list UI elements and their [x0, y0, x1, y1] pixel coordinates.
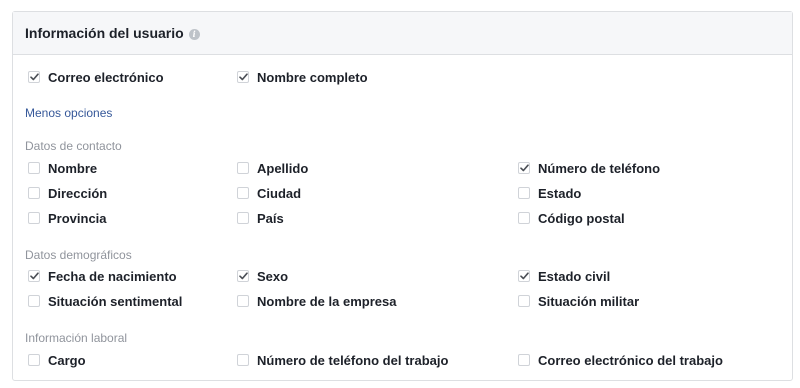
checkbox-unchecked-icon[interactable]	[518, 354, 530, 366]
checkbox-cargo[interactable]: Cargo	[28, 352, 86, 368]
checkbox-correo-electronico[interactable]: Correo electrónico	[28, 69, 164, 85]
checkbox-label: Correo electrónico del trabajo	[538, 352, 723, 368]
checkbox-checked-icon[interactable]	[518, 270, 530, 282]
checkbox-situacion-sentimental[interactable]: Situación sentimental	[28, 293, 182, 309]
checkbox-label: Estado civil	[538, 268, 611, 284]
checkbox-sexo[interactable]: Sexo	[237, 268, 288, 284]
checkbox-unchecked-icon[interactable]	[237, 187, 249, 199]
checkbox-unchecked-icon[interactable]	[237, 162, 249, 174]
checkbox-label: Nombre de la empresa	[257, 293, 397, 309]
checkbox-label: Cargo	[48, 352, 86, 368]
checkbox-provincia[interactable]: Provincia	[28, 210, 107, 226]
checkbox-label: Estado	[538, 185, 582, 201]
checkbox-checked-icon[interactable]	[237, 71, 249, 83]
user-info-panel: Información del usuario i	[12, 11, 793, 381]
checkbox-checked-icon[interactable]	[518, 162, 530, 174]
checkbox-numero-de-telefono[interactable]: Número de teléfono	[518, 160, 660, 176]
checkbox-label: Nombre completo	[257, 69, 368, 85]
checkbox-label: Ciudad	[257, 185, 302, 201]
checkbox-nombre[interactable]: Nombre	[28, 160, 97, 176]
checkbox-label: Sexo	[257, 268, 289, 284]
checkbox-label: Número de teléfono del trabajo	[257, 352, 449, 368]
checkbox-unchecked-icon[interactable]	[237, 354, 249, 366]
checkbox-unchecked-icon[interactable]	[518, 212, 530, 224]
checkbox-label: Número de teléfono	[538, 160, 661, 176]
checkbox-label: Situación militar	[538, 293, 640, 309]
checkbox-unchecked-icon[interactable]	[237, 295, 249, 307]
checkbox-estado-civil[interactable]: Estado civil	[518, 268, 610, 284]
less-options-link[interactable]: Menos opciones	[25, 106, 112, 120]
checkbox-label: Correo electrónico	[48, 69, 164, 85]
checkbox-nombre-de-la-empresa[interactable]: Nombre de la empresa	[237, 293, 396, 309]
checkbox-label: Dirección	[48, 185, 108, 201]
checkbox-unchecked-icon[interactable]	[28, 212, 40, 224]
checkbox-fecha-de-nacimiento[interactable]: Fecha de nacimiento	[28, 268, 177, 284]
checkbox-checked-icon[interactable]	[28, 71, 40, 83]
section-title: Datos de contacto	[25, 139, 122, 153]
checkbox-label: País	[257, 210, 284, 226]
checkbox-pais[interactable]: País	[237, 210, 284, 226]
checkbox-estado[interactable]: Estado	[518, 185, 581, 201]
panel-header: Información del usuario i	[13, 12, 792, 55]
checkbox-numero-de-telefono-del-trabajo[interactable]: Número de teléfono del trabajo	[237, 352, 448, 368]
checkbox-label: Provincia	[48, 210, 107, 226]
checkbox-codigo-postal[interactable]: Código postal	[518, 210, 625, 226]
section-title: Datos demográficos	[25, 248, 132, 262]
panel-title: Información del usuario	[25, 25, 184, 41]
checkbox-unchecked-icon[interactable]	[237, 212, 249, 224]
checkbox-unchecked-icon[interactable]	[28, 162, 40, 174]
checkbox-label: Nombre	[48, 160, 98, 176]
checkbox-checked-icon[interactable]	[28, 270, 40, 282]
checkbox-label: Apellido	[257, 160, 309, 176]
checkbox-situacion-militar[interactable]: Situación militar	[518, 293, 639, 309]
checkbox-correo-electronico-del-trabajo[interactable]: Correo electrónico del trabajo	[518, 352, 723, 368]
checkbox-nombre-completo[interactable]: Nombre completo	[237, 69, 368, 85]
checkbox-unchecked-icon[interactable]	[518, 295, 530, 307]
checkbox-label: Fecha de nacimiento	[48, 268, 177, 284]
info-icon[interactable]: i	[188, 29, 200, 40]
checkbox-checked-icon[interactable]	[237, 270, 249, 282]
checkbox-label: Situación sentimental	[48, 293, 183, 309]
checkbox-direccion[interactable]: Dirección	[28, 185, 107, 201]
section-title: Información laboral	[25, 331, 128, 345]
checkbox-ciudad[interactable]: Ciudad	[237, 185, 301, 201]
checkbox-unchecked-icon[interactable]	[28, 187, 40, 199]
checkbox-unchecked-icon[interactable]	[28, 354, 40, 366]
checkbox-apellido[interactable]: Apellido	[237, 160, 308, 176]
checkbox-unchecked-icon[interactable]	[518, 187, 530, 199]
checkbox-label: Código postal	[538, 210, 625, 226]
checkbox-unchecked-icon[interactable]	[28, 295, 40, 307]
